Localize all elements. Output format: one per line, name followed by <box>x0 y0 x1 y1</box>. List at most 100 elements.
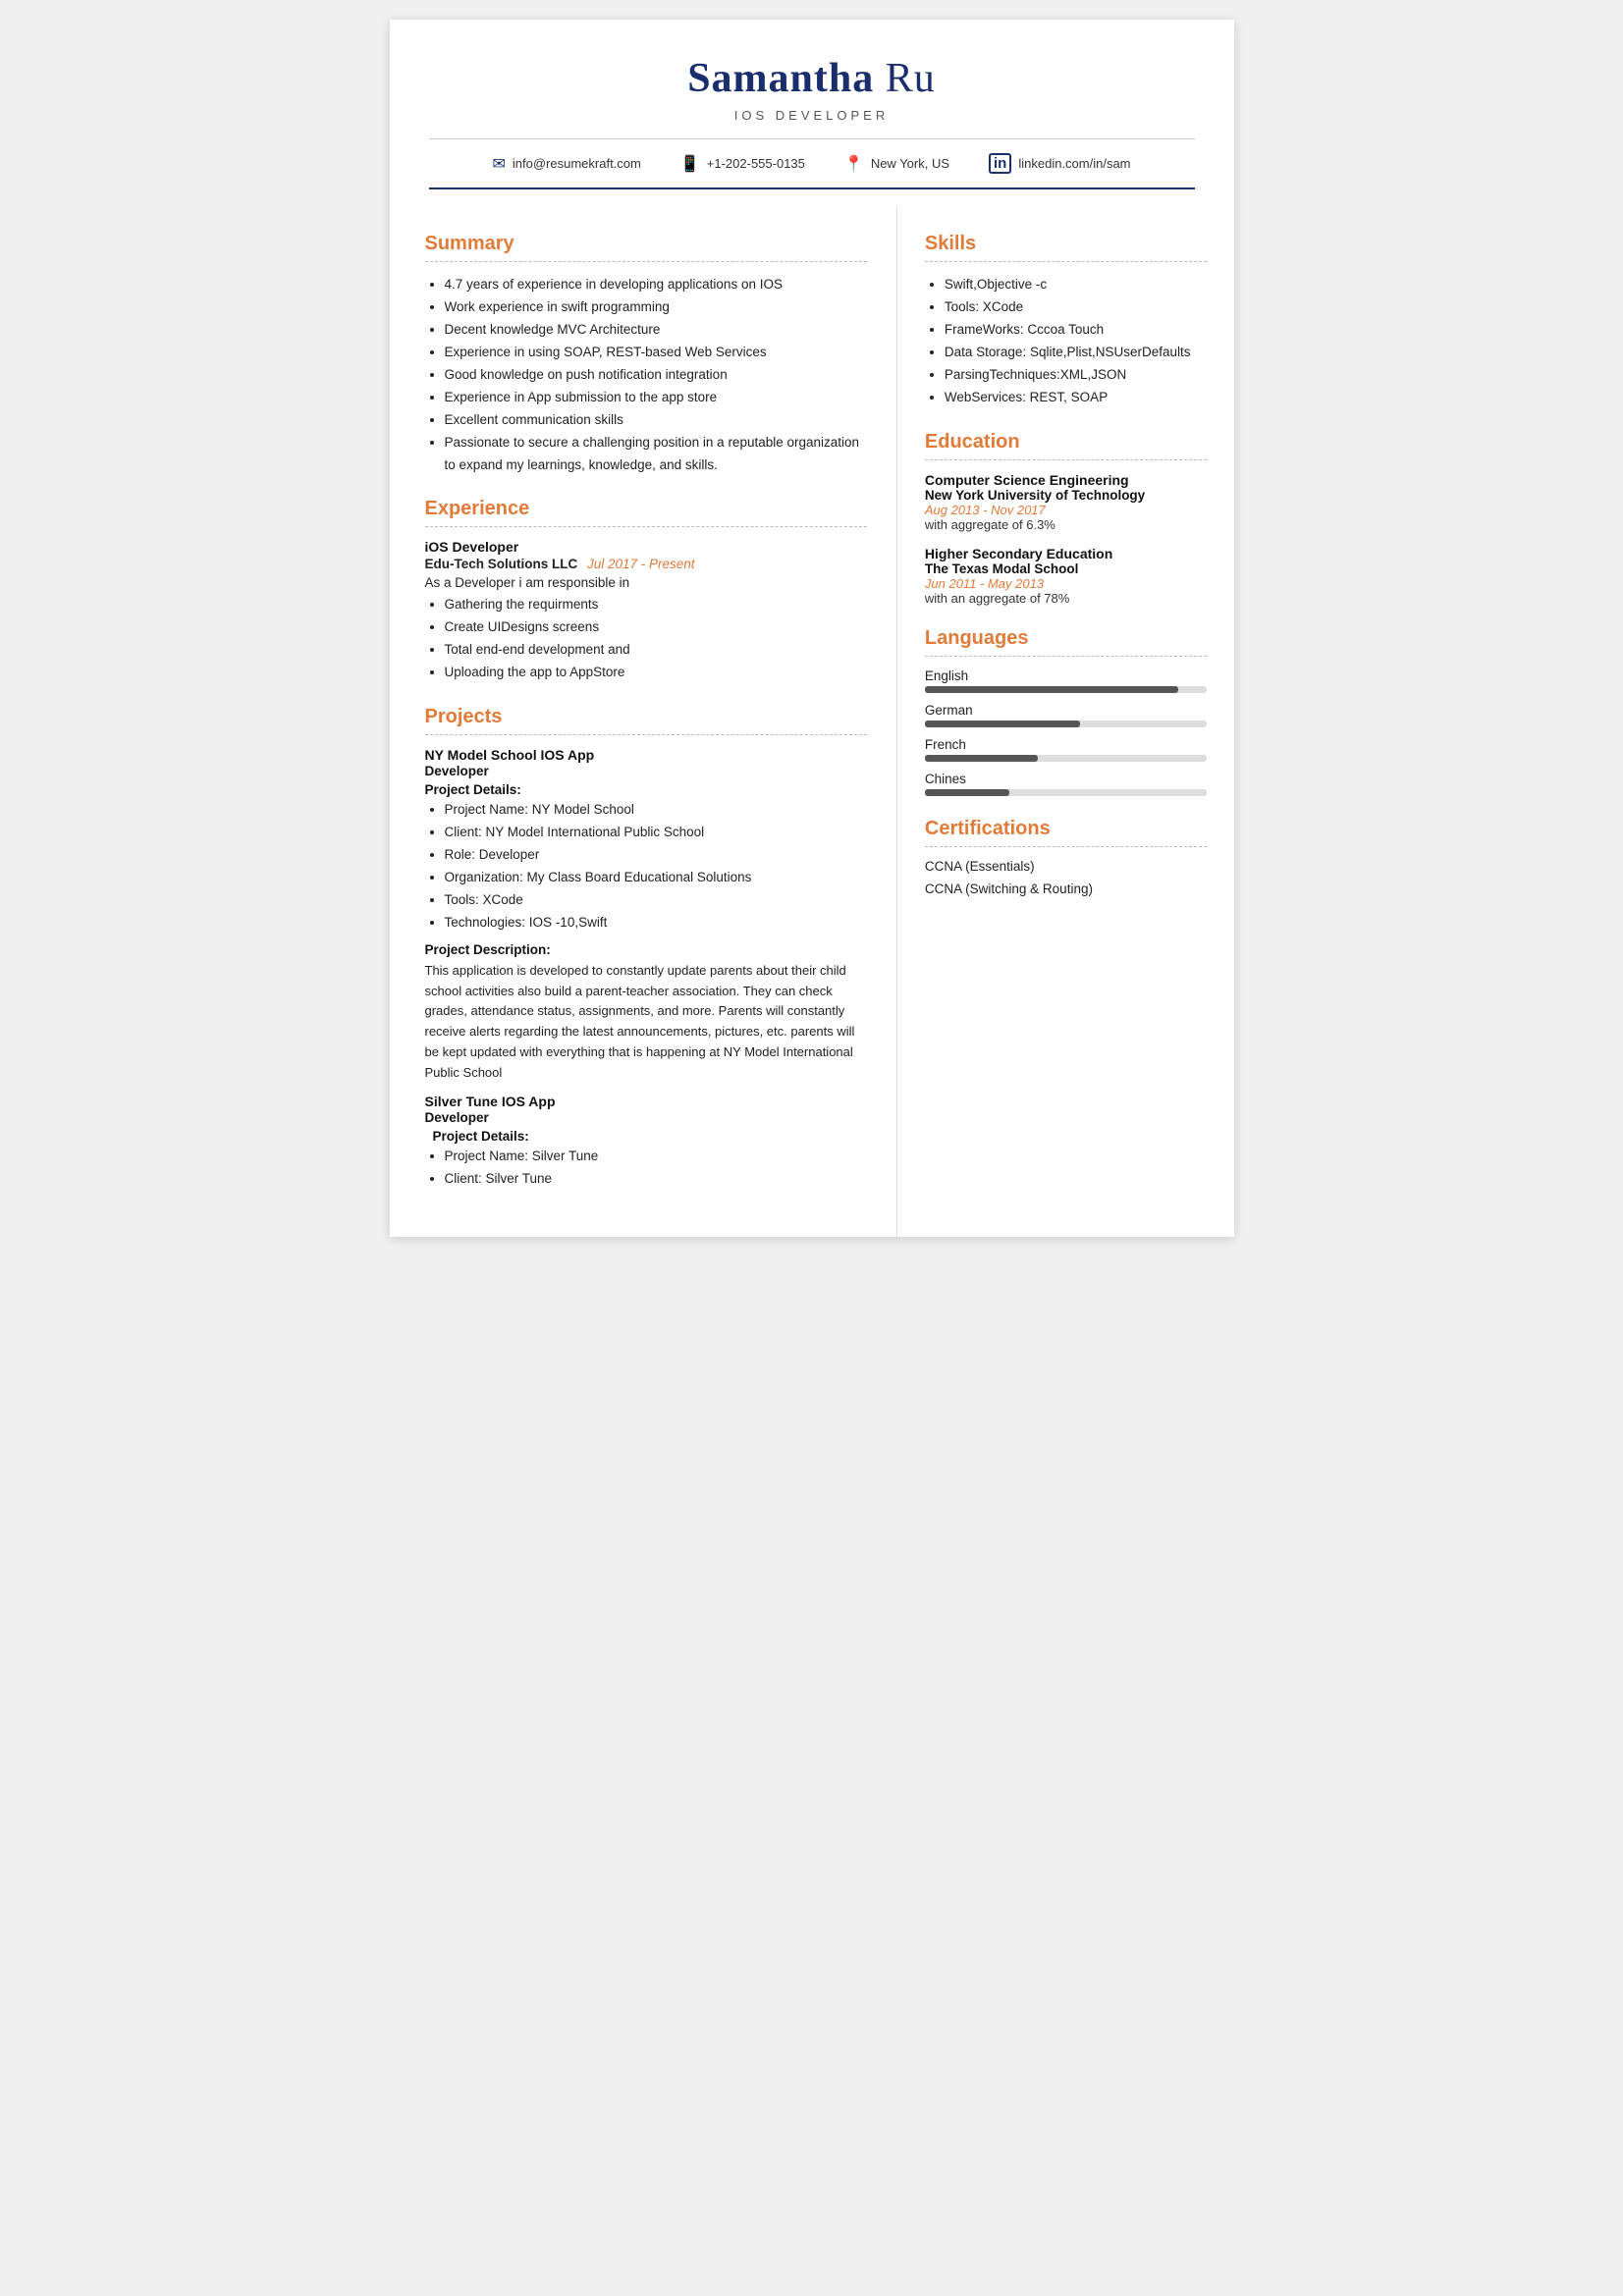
contact-phone: 📱 +1-202-555-0135 <box>680 153 805 174</box>
project-1-role: Developer <box>425 764 867 778</box>
lang-name-english: English <box>925 668 1207 683</box>
edu-date-2: Jun 2011 - May 2013 <box>925 576 1207 591</box>
list-item: Swift,Objective -c <box>945 274 1207 296</box>
project-1-desc-label: Project Description: <box>425 942 867 957</box>
edu-school-2: The Texas Modal School <box>925 561 1207 576</box>
list-item: Experience in App submission to the app … <box>445 387 867 409</box>
list-item: WebServices: REST, SOAP <box>945 387 1207 409</box>
phone-value: +1-202-555-0135 <box>707 156 805 171</box>
list-item: Project Name: NY Model School <box>445 799 867 822</box>
candidate-name: Samantha Ru <box>429 55 1195 102</box>
experience-divider <box>425 526 867 527</box>
list-item: Uploading the app to AppStore <box>445 662 867 684</box>
company-name: Edu-Tech Solutions LLC <box>425 557 578 571</box>
project-2-name: Silver Tune IOS App <box>425 1094 867 1109</box>
list-item: Total end-end development and <box>445 639 867 662</box>
list-item: Data Storage: Sqlite,Plist,NSUserDefault… <box>945 342 1207 364</box>
skills-divider <box>925 261 1207 262</box>
summary-section: Summary 4.7 years of experience in devel… <box>425 233 867 476</box>
edu-date-1: Aug 2013 - Nov 2017 <box>925 503 1207 517</box>
edu-entry-1: Computer Science Engineering New York Un… <box>925 472 1207 532</box>
list-item: Role: Developer <box>445 844 867 867</box>
education-title: Education <box>925 431 1207 454</box>
email-value: info@resumekraft.com <box>513 156 641 171</box>
languages-title: Languages <box>925 627 1207 650</box>
contact-bar: ✉ info@resumekraft.com 📱 +1-202-555-0135… <box>429 138 1195 189</box>
location-value: New York, US <box>871 156 949 171</box>
list-item: FrameWorks: Cccoa Touch <box>945 319 1207 342</box>
project-1-details: Project Name: NY Model School Client: NY… <box>425 799 867 934</box>
education-section: Education Computer Science Engineering N… <box>925 431 1207 606</box>
linkedin-value: linkedin.com/in/sam <box>1018 156 1130 171</box>
skills-title: Skills <box>925 233 1207 255</box>
company-line: Edu-Tech Solutions LLC Jul 2017 - Presen… <box>425 557 867 571</box>
lang-name-german: German <box>925 703 1207 718</box>
list-item: Decent knowledge MVC Architecture <box>445 319 867 342</box>
projects-divider <box>425 734 867 735</box>
cert-item-1: CCNA (Essentials) <box>925 859 1207 874</box>
lang-bar-fill-french <box>925 755 1038 762</box>
education-divider <box>925 459 1207 460</box>
lang-bar-bg-chines <box>925 789 1207 796</box>
email-icon: ✉ <box>492 154 505 174</box>
job-title: iOS Developer <box>425 539 867 555</box>
languages-section: Languages English German French <box>925 627 1207 796</box>
edu-agg-1: with aggregate of 6.3% <box>925 517 1207 532</box>
certifications-title: Certifications <box>925 818 1207 840</box>
list-item: Organization: My Class Board Educational… <box>445 867 867 889</box>
edu-entry-2: Higher Secondary Education The Texas Mod… <box>925 546 1207 606</box>
certifications-section: Certifications CCNA (Essentials) CCNA (S… <box>925 818 1207 896</box>
contact-email: ✉ info@resumekraft.com <box>492 153 640 174</box>
right-column: Skills Swift,Objective -c Tools: XCode F… <box>897 207 1234 1237</box>
list-item: Tools: XCode <box>945 296 1207 319</box>
projects-section: Projects NY Model School IOS App Develop… <box>425 706 867 1190</box>
project-1-details-label: Project Details: <box>425 782 867 797</box>
edu-degree-1: Computer Science Engineering <box>925 472 1207 488</box>
list-item: Client: NY Model International Public Sc… <box>445 822 867 844</box>
first-name: Samantha <box>687 56 874 101</box>
list-item: Tools: XCode <box>445 889 867 912</box>
edu-agg-2: with an aggregate of 78% <box>925 591 1207 606</box>
project-2-details: Project Name: Silver Tune Client: Silver… <box>425 1146 867 1191</box>
lang-bar-bg-german <box>925 721 1207 727</box>
project-1-description: This application is developed to constan… <box>425 961 867 1084</box>
list-item: Experience in using SOAP, REST-based Web… <box>445 342 867 364</box>
summary-list: 4.7 years of experience in developing ap… <box>425 274 867 476</box>
project-1-name: NY Model School IOS App <box>425 747 867 763</box>
exp-description: As a Developer i am responsible in <box>425 575 867 590</box>
list-item: Project Name: Silver Tune <box>445 1146 867 1168</box>
lang-bar-bg-french <box>925 755 1207 762</box>
location-icon: 📍 <box>844 154 864 174</box>
last-name: Ru <box>886 56 936 101</box>
lang-entry-english: English <box>925 668 1207 693</box>
lang-name-french: French <box>925 737 1207 752</box>
resume-document: Samantha Ru IOS DEVELOPER ✉ info@resumek… <box>390 20 1234 1237</box>
list-item: Client: Silver Tune <box>445 1168 867 1191</box>
cert-item-2: CCNA (Switching & Routing) <box>925 881 1207 896</box>
certifications-divider <box>925 846 1207 847</box>
list-item: Passionate to secure a challenging posit… <box>445 432 867 477</box>
contact-linkedin: in linkedin.com/in/sam <box>989 153 1131 174</box>
edu-degree-2: Higher Secondary Education <box>925 546 1207 561</box>
list-item: Create UIDesigns screens <box>445 616 867 639</box>
skills-list: Swift,Objective -c Tools: XCode FrameWor… <box>925 274 1207 409</box>
languages-divider <box>925 656 1207 657</box>
list-item: Technologies: IOS -10,Swift <box>445 912 867 934</box>
experience-title: Experience <box>425 498 867 520</box>
lang-bar-bg-english <box>925 686 1207 693</box>
responsibilities-list: Gathering the requirments Create UIDesig… <box>425 594 867 684</box>
linkedin-icon: in <box>989 153 1011 174</box>
project-2-role: Developer <box>425 1110 867 1125</box>
left-column: Summary 4.7 years of experience in devel… <box>390 207 897 1237</box>
candidate-title: IOS DEVELOPER <box>429 108 1195 123</box>
list-item: Excellent communication skills <box>445 409 867 432</box>
phone-icon: 📱 <box>680 154 700 174</box>
lang-name-chines: Chines <box>925 772 1207 786</box>
lang-bar-fill-english <box>925 686 1178 693</box>
resume-header: Samantha Ru IOS DEVELOPER ✉ info@resumek… <box>390 20 1234 207</box>
lang-entry-chines: Chines <box>925 772 1207 796</box>
list-item: Good knowledge on push notification inte… <box>445 364 867 387</box>
lang-bar-fill-german <box>925 721 1080 727</box>
contact-location: 📍 New York, US <box>844 153 949 174</box>
experience-section: Experience iOS Developer Edu-Tech Soluti… <box>425 498 867 684</box>
